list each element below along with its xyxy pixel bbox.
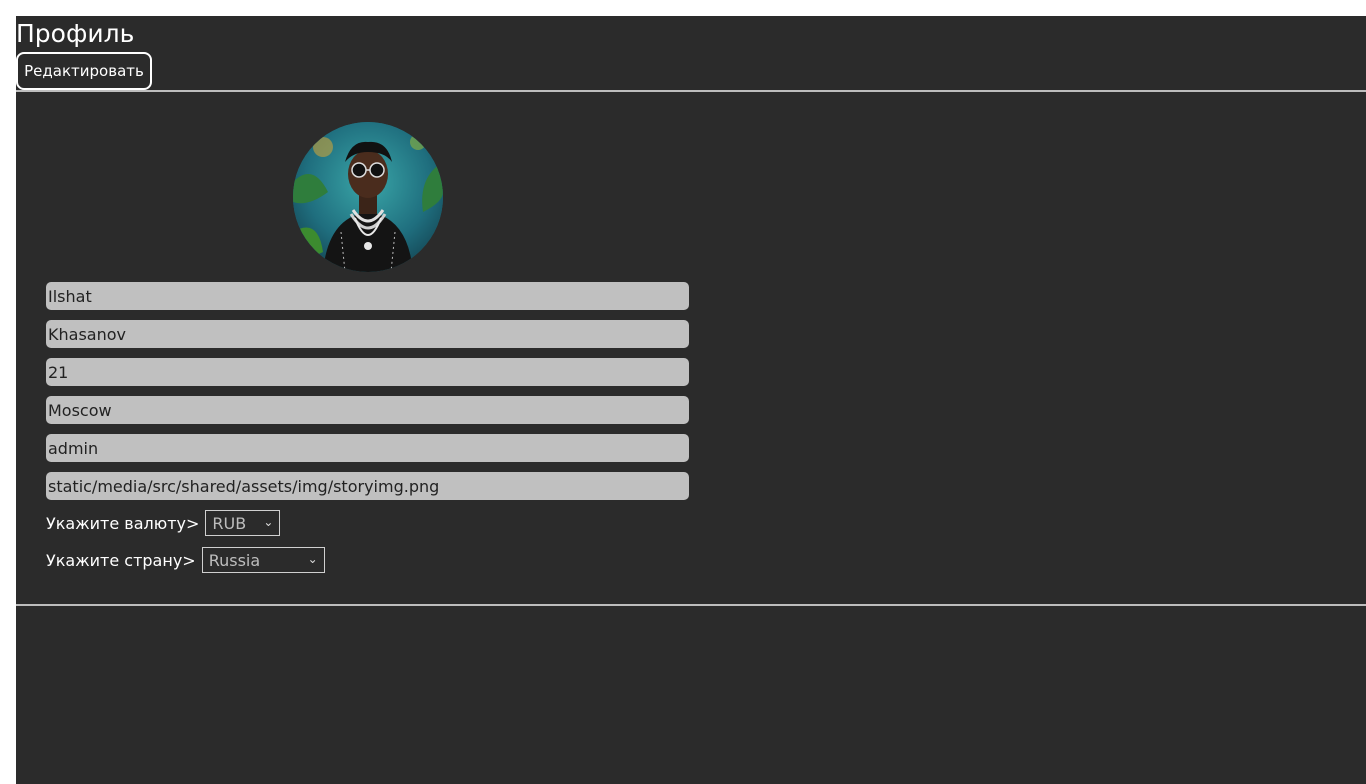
avatar (293, 122, 443, 272)
edit-button[interactable]: Редактировать (16, 52, 152, 90)
profile-page: Профиль Редактировать Ilshat Khasanov 21… (16, 16, 1366, 784)
city-field[interactable] (46, 396, 689, 424)
footer-divider (16, 604, 1366, 606)
first-name-field[interactable] (46, 282, 689, 310)
last-name-field[interactable] (46, 320, 689, 348)
header-divider (16, 90, 1366, 92)
country-row: Укажите страну> Russia ⌄ (46, 547, 325, 573)
currency-select[interactable]: RUB ⌄ (205, 510, 281, 536)
chevron-down-icon: ⌄ (307, 552, 318, 566)
currency-label: Укажите валюту> (46, 513, 200, 533)
currency-row: Укажите валюту> RUB ⌄ (46, 510, 281, 536)
currency-selected-value: RUB (212, 513, 247, 533)
age-field[interactable] (46, 358, 689, 386)
chevron-down-icon: ⌄ (263, 515, 274, 529)
avatar-image (293, 122, 443, 272)
avatar-url-field[interactable] (46, 472, 689, 500)
page-title: Профиль (16, 19, 135, 48)
country-label: Укажите страну> (46, 550, 196, 570)
country-select[interactable]: Russia ⌄ (201, 547, 325, 573)
username-field[interactable] (46, 434, 689, 462)
country-selected-value: Russia (208, 550, 261, 570)
